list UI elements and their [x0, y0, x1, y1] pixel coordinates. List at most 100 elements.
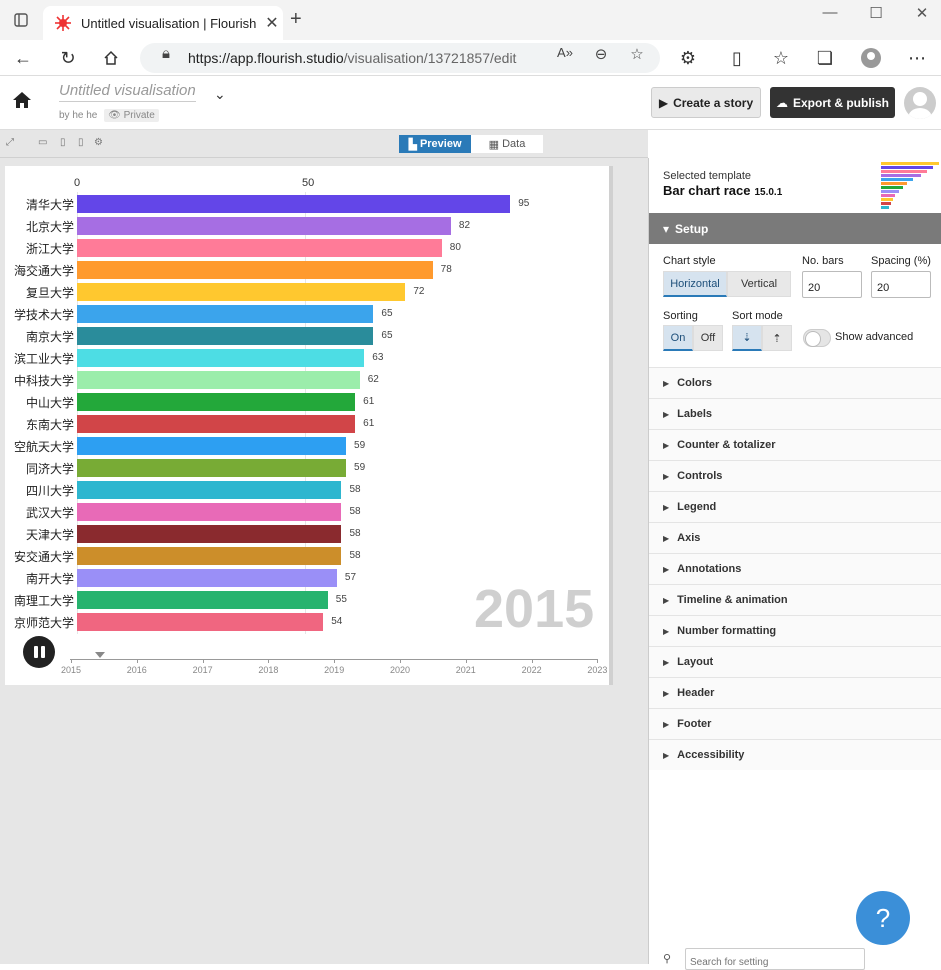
sort-ascending-icon[interactable]: ⇡	[762, 325, 792, 351]
help-button[interactable]: ?	[856, 891, 910, 945]
section-number-formatting[interactable]: ▶ Number formatting	[649, 615, 941, 646]
lock-icon[interactable]: 🔒︎	[154, 45, 178, 62]
search-settings-input[interactable]	[685, 948, 865, 970]
timeline-tick-label: 2018	[258, 665, 279, 675]
desktop-icon[interactable]: ▭	[38, 137, 47, 148]
section-annotations[interactable]: ▶ Annotations	[649, 553, 941, 584]
collections-icon[interactable]: ❏	[812, 45, 838, 71]
gridline	[77, 192, 78, 634]
section-footer[interactable]: ▶ Footer	[649, 708, 941, 739]
section-label: Accessibility	[677, 749, 745, 761]
horizontal-button[interactable]: Horizontal	[663, 271, 727, 297]
bar[interactable]	[77, 525, 342, 543]
bar[interactable]	[77, 613, 324, 631]
close-tab-icon[interactable]: ✕	[261, 13, 283, 33]
profile-icon[interactable]	[858, 45, 884, 71]
bar[interactable]	[77, 459, 347, 477]
export-label: Export & publish	[793, 95, 889, 110]
url-field[interactable]: https://app.flourish.studio/visualisatio…	[140, 43, 660, 73]
section-colors[interactable]: ▶ Colors	[649, 367, 941, 398]
section-legend[interactable]: ▶ Legend	[649, 491, 941, 522]
bar[interactable]	[77, 503, 342, 521]
bar[interactable]	[77, 261, 433, 279]
show-advanced-toggle[interactable]	[803, 329, 831, 347]
chevron-down-icon[interactable]: ⌄	[214, 86, 226, 103]
section-label: Annotations	[677, 563, 742, 575]
mobile-icon[interactable]: ▯	[78, 137, 84, 148]
bar[interactable]	[77, 437, 347, 455]
section-label: Controls	[677, 470, 723, 482]
create-story-button[interactable]: ▶ Create a story	[651, 87, 761, 118]
flourish-logo-icon	[55, 15, 71, 31]
fullscreen-icon[interactable]: ⤢	[6, 137, 14, 148]
bar[interactable]	[77, 349, 365, 367]
extensions-icon[interactable]: ⚙	[675, 45, 701, 71]
avatar[interactable]	[904, 87, 936, 119]
pause-button[interactable]	[23, 636, 55, 668]
bar[interactable]	[77, 239, 442, 257]
caret-right-icon: ▶	[663, 564, 670, 574]
new-tab-icon[interactable]: +	[290, 8, 302, 31]
tab-actions-icon[interactable]	[8, 7, 34, 33]
spacing-input[interactable]	[871, 271, 931, 298]
bar[interactable]	[77, 371, 360, 389]
setup-section-header[interactable]: ▾ Setup	[649, 213, 941, 244]
section-timeline-animation[interactable]: ▶ Timeline & animation	[649, 584, 941, 615]
section-controls[interactable]: ▶ Controls	[649, 460, 941, 491]
bar[interactable]	[77, 195, 511, 213]
home-icon[interactable]	[98, 45, 124, 71]
bar[interactable]	[77, 547, 342, 565]
section-header[interactable]: ▶ Header	[649, 677, 941, 708]
privacy-badge: 👁︎ Private	[104, 109, 159, 122]
bar[interactable]	[77, 283, 406, 301]
read-aloud-icon[interactable]: A»	[553, 45, 577, 60]
bar[interactable]	[77, 393, 356, 411]
bar[interactable]	[77, 305, 374, 323]
bar[interactable]	[77, 569, 337, 587]
bar[interactable]	[77, 217, 451, 235]
favorites-icon[interactable]: ☆	[768, 45, 794, 71]
favorite-add-icon[interactable]: ☆	[625, 45, 649, 63]
template-thumbnail[interactable]	[877, 160, 941, 212]
tab-title: Untitled visualisation | Flourish	[81, 15, 257, 31]
tab-preview[interactable]: ▙ Preview	[399, 135, 471, 153]
section-axis[interactable]: ▶ Axis	[649, 522, 941, 553]
maximize-icon[interactable]: ☐	[861, 4, 891, 22]
no-bars-input[interactable]	[802, 271, 862, 298]
tablet-icon[interactable]: ▯	[60, 137, 66, 148]
settings-icon[interactable]: ⚙	[94, 137, 103, 148]
minimize-icon[interactable]: —	[815, 4, 845, 21]
section-labels[interactable]: ▶ Labels	[649, 398, 941, 429]
caret-right-icon: ▶	[663, 440, 670, 450]
sort-descending-icon[interactable]: ⇣	[732, 325, 762, 351]
browser-tab[interactable]: Untitled visualisation | Flourish ✕	[43, 6, 283, 40]
caret-right-icon: ▶	[663, 626, 670, 636]
zoom-out-icon[interactable]: ⊖	[589, 45, 613, 63]
split-screen-icon[interactable]: ▯	[724, 45, 750, 71]
more-menu-icon[interactable]: ⋯	[904, 45, 930, 71]
bar[interactable]	[77, 415, 356, 433]
bar-value-label: 82	[458, 220, 471, 231]
flourish-home-icon[interactable]	[10, 90, 34, 114]
section-counter-totalizer[interactable]: ▶ Counter & totalizer	[649, 429, 941, 460]
bar[interactable]	[77, 481, 342, 499]
section-layout[interactable]: ▶ Layout	[649, 646, 941, 677]
bar-category-label: 四川大学	[25, 484, 74, 498]
sorting-on-button[interactable]: On	[663, 325, 693, 351]
timeline-scrubber[interactable]	[95, 652, 105, 658]
export-publish-button[interactable]: ☁ Export & publish	[770, 87, 895, 118]
axis-tick-label: 0	[74, 177, 81, 189]
visualisation-title[interactable]: Untitled visualisation	[59, 82, 196, 102]
scrollbar[interactable]	[609, 166, 613, 685]
bar-category-label: 中山大学	[25, 396, 74, 410]
template-name[interactable]: Bar chart race 15.0.1	[663, 183, 782, 198]
section-accessibility[interactable]: ▶ Accessibility	[649, 739, 941, 770]
refresh-icon[interactable]: ↻	[55, 45, 81, 71]
bar[interactable]	[77, 591, 328, 609]
close-window-icon[interactable]: ✕	[907, 4, 937, 22]
back-icon[interactable]: ←	[10, 45, 36, 71]
tab-data[interactable]: ▦ Data	[471, 135, 543, 153]
bar[interactable]	[77, 327, 374, 345]
sorting-off-button[interactable]: Off	[693, 325, 723, 351]
vertical-button[interactable]: Vertical	[727, 271, 791, 297]
